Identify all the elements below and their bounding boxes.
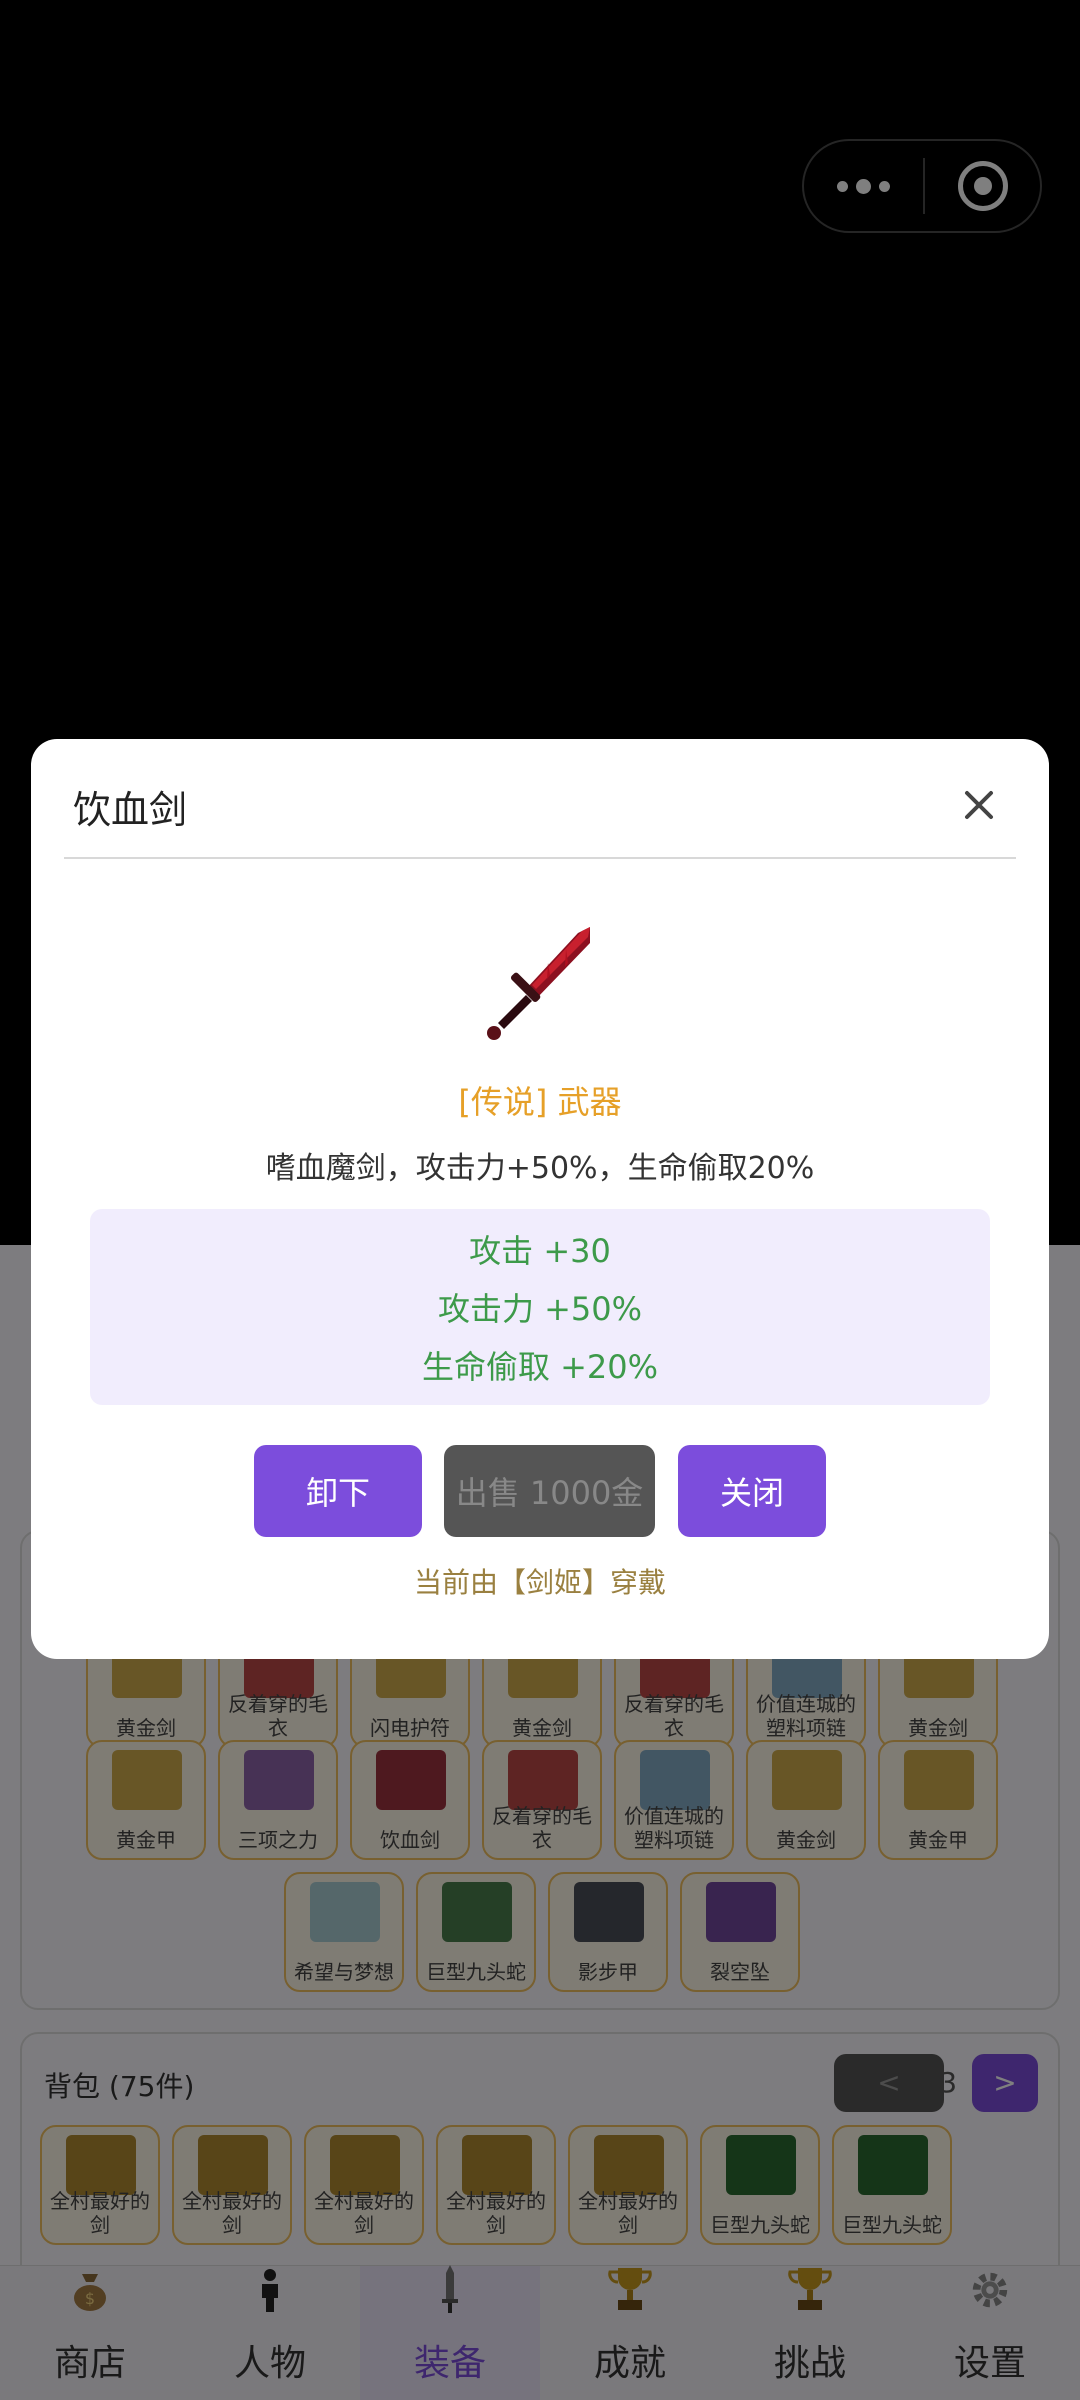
stat-line: 攻击力 +50% [437,1290,643,1328]
modal-divider [64,857,1016,859]
sell-button[interactable]: 出售 1000金 [444,1445,655,1537]
unequip-button[interactable]: 卸下 [254,1445,422,1537]
screen: 背包 (75件) < 1/3 > 剑姬 $ 商店 人物 装备 成就 [0,0,1080,2400]
worn-by-text: 当前由【剑姬】穿戴 [413,1566,666,1599]
close-button[interactable]: 关闭 [678,1445,826,1537]
item-stats-box: 攻击 +30 攻击力 +50% 生命偷取 +20% [90,1209,990,1405]
close-x-icon[interactable] [951,777,1007,833]
modal-title: 饮血剑 [73,788,188,832]
item-detail-modal: 饮血剑 [传说] 武器 嗜血魔剑，攻击力+50%，生命偷取20% 攻击 +30 … [31,739,1049,1659]
item-rarity-type: [传说] 武器 [458,1083,622,1121]
stat-line: 生命偷取 +20% [421,1348,659,1386]
stat-line: 攻击 +30 [469,1232,611,1270]
bloody-sword-icon [478,923,602,1045]
item-description: 嗜血魔剑，攻击力+50%，生命偷取20% [265,1151,815,1186]
